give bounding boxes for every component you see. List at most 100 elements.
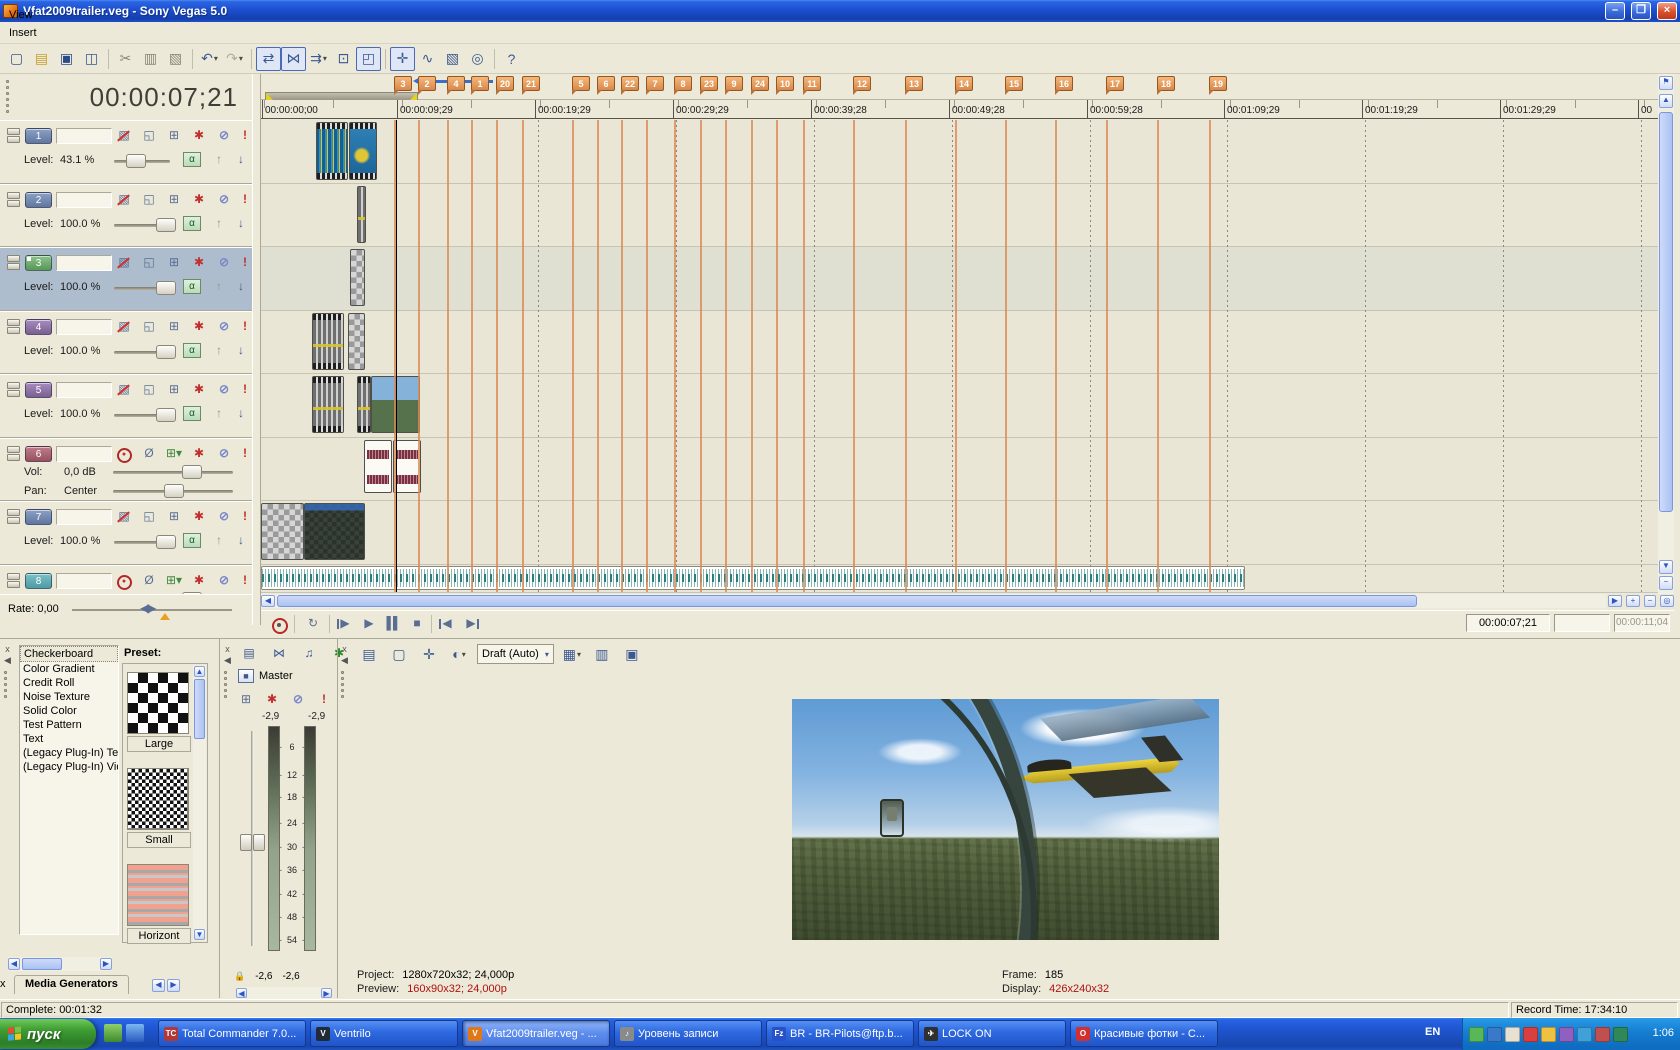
track-name-input[interactable] [56, 255, 112, 271]
solo-icon[interactable]: ! [235, 381, 252, 398]
bypass-motion-blur-icon[interactable]: ▧ [114, 254, 134, 271]
make-compositing-parent-icon[interactable]: ↑ [209, 405, 229, 422]
mute-icon[interactable]: ⊘ [214, 381, 234, 398]
collapse-pane-icon[interactable]: ◀ [2, 654, 13, 665]
track-motion-icon[interactable]: ◱ [139, 381, 159, 398]
track-fx-icon[interactable]: ✱ [189, 381, 209, 398]
pause-button[interactable]: ▌▌ [381, 614, 405, 634]
record-button[interactable] [266, 614, 290, 634]
rate-scrub-handle[interactable]: ◀▶ [140, 601, 154, 615]
track-number-badge[interactable]: 8 [25, 573, 52, 589]
make-compositing-child-icon[interactable]: ↓ [231, 278, 251, 295]
scroll-right-icon[interactable]: ▶ [321, 988, 332, 998]
track-fx-icon[interactable]: ✱ [189, 318, 209, 335]
track-minimize-maximize[interactable] [7, 446, 20, 462]
scroll-right-button[interactable]: ▶ [1608, 595, 1622, 607]
solo-icon[interactable]: ! [235, 254, 252, 271]
generator-list-item[interactable]: (Legacy Plug-In) Te [20, 746, 118, 760]
scroll-left-icon[interactable]: ◀ [236, 988, 247, 998]
track-minimize-maximize[interactable] [7, 319, 20, 335]
track-header[interactable]: 6 ▧ ◱ ⊞ ● Ø ⊞▾ ✱ ⊘ ! Level: α ↑ ↓ Vol: 0… [0, 438, 252, 502]
scroll-right-icon[interactable]: ▶ [100, 958, 112, 970]
taskbar-task-button[interactable]: O Красивые фотки - C... [1070, 1020, 1218, 1047]
track-header[interactable]: 1 ▧ ◱ ⊞ ● Ø ⊞▾ ✱ ⊘ ! Level: 43.1 % α ↑ ↓… [0, 120, 252, 184]
quick-launch-icon[interactable] [126, 1024, 144, 1042]
tray-icon[interactable] [1523, 1027, 1538, 1042]
track-row[interactable] [261, 565, 1658, 593]
selection-edit-tool-button[interactable]: ▧ [440, 47, 465, 71]
go-to-end-button[interactable]: ▶ [459, 614, 483, 634]
preset-scrollbar[interactable]: ▲ ▼ [193, 665, 206, 941]
paste-button[interactable]: ▧ [163, 47, 188, 71]
generator-list-item[interactable]: (Legacy Plug-In) Vid [20, 760, 118, 774]
redo-button[interactable]: ↷▾ [222, 47, 247, 71]
tray-icon[interactable] [1577, 1027, 1592, 1042]
level-slider-handle[interactable] [156, 408, 176, 422]
video-output-fx-icon[interactable]: ✛ [417, 643, 441, 665]
track-fx-icon[interactable]: ✱ [189, 572, 209, 589]
make-compositing-child-icon[interactable]: ↓ [231, 151, 251, 168]
track-number-badge[interactable]: 1 [25, 128, 52, 144]
pan-slider-handle[interactable] [164, 484, 184, 498]
scroll-up-button[interactable]: ▲ [1659, 94, 1673, 108]
track-header[interactable]: 8 ▧ ◱ ⊞ ● Ø ⊞▾ ✱ ⊘ ! Level: α ↑ ↓ Vol: [0, 565, 252, 595]
marker-bar[interactable] [261, 74, 1658, 100]
menu-item[interactable]: View [0, 6, 56, 24]
scroll-left-button[interactable]: ◀ [261, 595, 275, 607]
track-fx-icon[interactable]: ✱ [189, 445, 209, 462]
mute-icon[interactable]: ⊘ [214, 191, 234, 208]
level-slider-handle[interactable] [156, 281, 176, 295]
track-header[interactable]: 2 ▧ ◱ ⊞ ● Ø ⊞▾ ✱ ⊘ ! Level: 100.0 % α ↑ … [0, 184, 252, 248]
track-number-badge[interactable]: 4 [25, 319, 52, 335]
solo-icon[interactable]: ! [235, 445, 252, 462]
make-compositing-child-icon[interactable]: ↓ [231, 405, 251, 422]
track-header[interactable]: 3 ▧ ◱ ⊞ ● Ø ⊞▾ ✱ ⊘ ! Level: 100.0 % α ↑ … [0, 247, 252, 311]
tray-icon[interactable] [1595, 1027, 1610, 1042]
downmix-output-icon[interactable]: ⋈ [268, 643, 290, 663]
make-compositing-parent-icon[interactable]: ↑ [209, 532, 229, 549]
preset-item[interactable]: Small [127, 768, 191, 848]
envelope-edit-tool-button[interactable]: ∿ [415, 47, 440, 71]
track-name-input[interactable] [56, 382, 112, 398]
track-number-badge[interactable]: 5 [25, 382, 52, 398]
taskbar-clock[interactable]: 1:06 [1653, 1027, 1674, 1039]
fader-lock-icon[interactable]: 🔒 [234, 971, 245, 982]
master-bus-icon[interactable]: ■ [238, 669, 254, 683]
level-slider-handle[interactable] [126, 154, 146, 168]
close-pane-icon[interactable]: x [2, 643, 13, 654]
solo-icon[interactable]: ! [235, 127, 252, 144]
track-number-badge[interactable]: 3 [25, 255, 52, 271]
ignore-event-grouping-button[interactable]: ◰ [356, 47, 381, 71]
zoom-edit-tool-button[interactable]: ◎ [465, 47, 490, 71]
split-screen-view-icon[interactable]: ◐▾ [447, 643, 471, 665]
preset-item[interactable]: Horizont [127, 864, 191, 944]
pan-crop-icon[interactable]: ⊞ [164, 127, 184, 144]
project-properties-button[interactable]: ◫ [79, 47, 104, 71]
track-fx-icon[interactable]: ✱ [189, 127, 209, 144]
preset-thumbnail[interactable] [127, 672, 189, 734]
record-arm-icon[interactable]: ● [114, 445, 134, 462]
make-compositing-parent-icon[interactable]: ↑ [209, 215, 229, 232]
media-generators-tab[interactable]: Media Generators [14, 975, 129, 994]
bypass-motion-blur-icon[interactable]: ▧ [114, 508, 134, 525]
track-minimize-maximize[interactable] [7, 255, 20, 271]
auto-ripple-button[interactable]: ⇉▾ [306, 47, 331, 71]
mute-icon[interactable]: ⊘ [214, 127, 234, 144]
pane-grip[interactable] [2, 671, 8, 698]
timeline-vertical-scrollbar[interactable]: ⚑ ▲ ▼ − [1658, 74, 1674, 594]
lock-envelopes-button[interactable]: ⊡ [331, 47, 356, 71]
track-minimize-maximize[interactable] [7, 128, 20, 144]
taskbar-task-button[interactable]: V Vfat2009trailer.veg - ... [462, 1020, 610, 1047]
level-slider-handle[interactable] [156, 345, 176, 359]
play-from-start-button[interactable]: ▶ [333, 614, 357, 634]
track-row[interactable] [261, 501, 1658, 565]
level-slider-handle[interactable] [156, 218, 176, 232]
cursor-timecode-display[interactable]: 00:00:07;21 [90, 82, 238, 113]
horizontal-scroll-thumb[interactable] [277, 595, 1417, 607]
make-compositing-parent-icon[interactable]: ↑ [209, 278, 229, 295]
track-fx-icon[interactable]: ✱ [189, 508, 209, 525]
track-minimize-maximize[interactable] [7, 573, 20, 589]
zoom-out-time-button[interactable]: − [1644, 595, 1656, 607]
tray-icon[interactable] [1487, 1027, 1502, 1042]
track-name-input[interactable] [56, 573, 112, 589]
